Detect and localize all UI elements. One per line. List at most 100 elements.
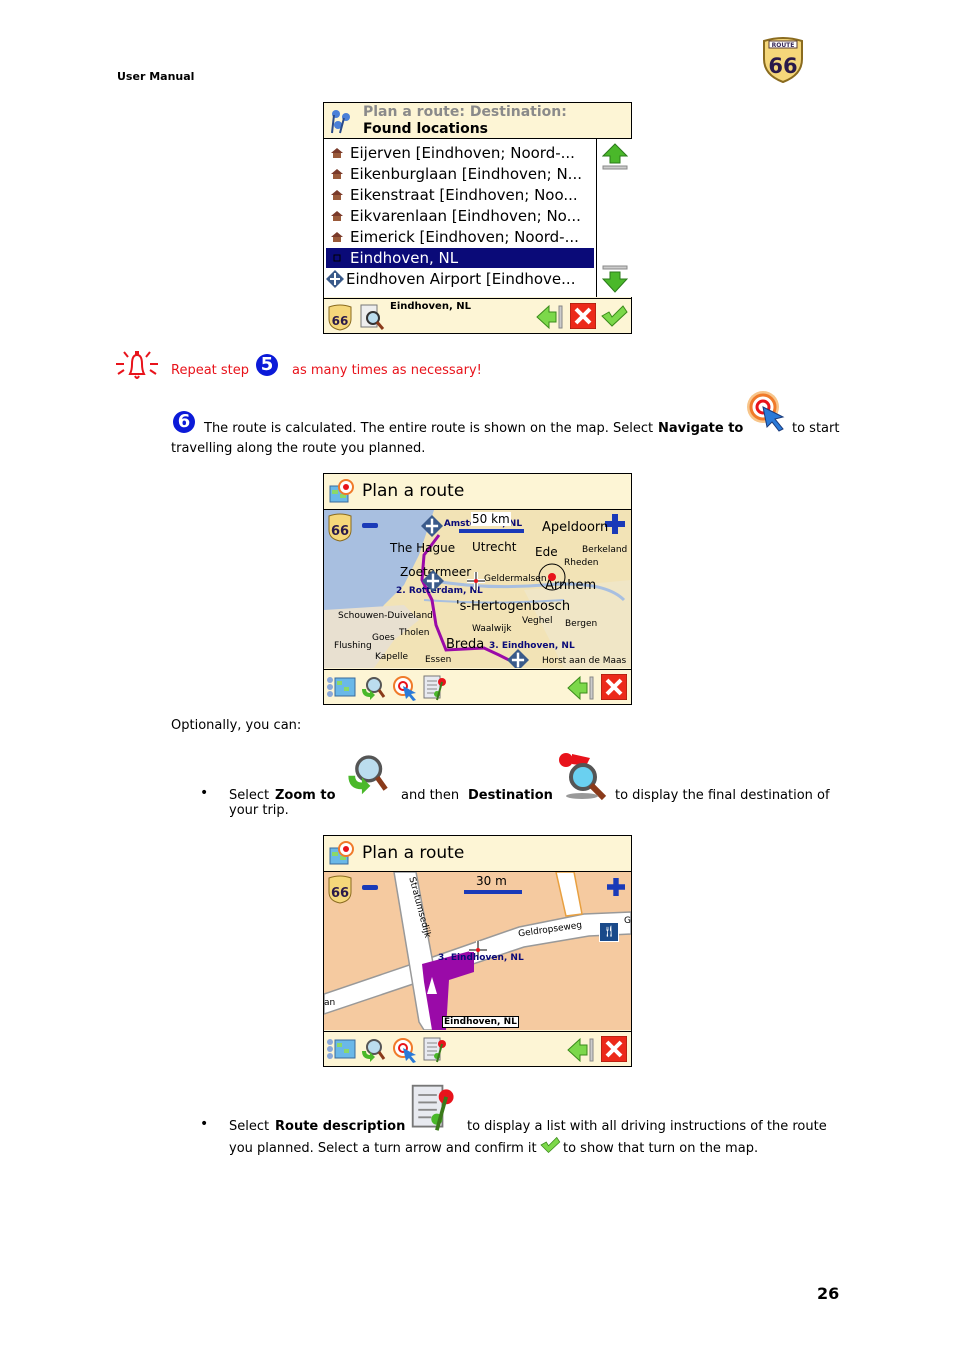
map-label-essen: Essen <box>425 655 452 665</box>
map-label-horst: Horst aan de Maas <box>542 656 627 666</box>
map-label-schouwen: Schouwen-Duiveland <box>338 611 433 621</box>
map-label-ede: Ede <box>535 545 558 559</box>
bullet2-t2: to display a list with all driving instr… <box>467 1119 827 1134</box>
step-6-badge: 6 <box>173 411 195 433</box>
screen-title: Plan a route <box>362 481 465 501</box>
map-label-kapelle: Kapelle <box>375 652 409 662</box>
street-map[interactable]: 66 30 m Stratumsedijk Geldropseweg G an … <box>324 872 631 1030</box>
list-item[interactable]: Eindhoven Airport [Eindhove... <box>326 269 594 289</box>
svg-text:66: 66 <box>331 886 349 901</box>
map-label-utrecht: Utrecht <box>472 540 517 554</box>
zoom-in-icon[interactable] <box>607 878 625 896</box>
list-item[interactable]: Eimerick [Eindhoven; Noord-... <box>326 227 594 247</box>
logo-top-text: ROUTE <box>772 42 795 49</box>
plan-route-icon <box>329 841 354 865</box>
search-document-icon[interactable] <box>359 303 385 331</box>
waypoint-2-icon <box>422 570 444 592</box>
current-position-marker <box>538 563 566 591</box>
cancel-icon[interactable] <box>601 1036 627 1062</box>
map-label-veghel: Veghel <box>522 616 553 626</box>
title-gray: Plan a route: Destination: <box>363 104 567 120</box>
bullet2-b1: Route description <box>275 1119 406 1134</box>
route66-button-icon[interactable]: 66 <box>327 303 353 331</box>
cancel-icon[interactable] <box>570 303 596 329</box>
route-map[interactable]: 66 1. Amsterdam, NL 50 km Apeldoorn The … <box>324 510 631 668</box>
bullet: • <box>200 785 209 801</box>
step6-text: The route is calculated. The entire rout… <box>204 421 654 436</box>
back-icon[interactable] <box>536 304 564 330</box>
bullet1-t3: to display the final destination of <box>615 788 830 803</box>
found-locations-screen: Plan a route: Destination: Found locatio… <box>323 102 632 334</box>
map-label-hertogenbosch: 's-Hertogenbosch <box>456 599 571 614</box>
zoom-to-icon <box>348 755 388 795</box>
route-description-icon[interactable] <box>422 674 450 702</box>
crosshair-icon <box>467 572 485 590</box>
airport-icon <box>326 270 344 288</box>
route66-map-logo: 66 <box>328 513 352 542</box>
map-label-goes: Goes <box>372 633 395 643</box>
back-icon[interactable] <box>567 1037 595 1063</box>
bullet1-t2: and then <box>401 788 460 803</box>
navigate-to-button-icon[interactable] <box>392 1037 418 1063</box>
bullet1-b2: Destination <box>468 788 553 803</box>
step6-bold: Navigate to <box>658 421 744 436</box>
back-icon[interactable] <box>567 675 595 701</box>
route-description-icon[interactable] <box>422 1036 450 1064</box>
list-item[interactable]: Eijerven [Eindhoven; Noord-... <box>326 143 594 163</box>
logo-number: 66 <box>768 54 797 78</box>
menu-grid-icon[interactable] <box>326 675 356 699</box>
route-description-icon <box>411 1084 454 1131</box>
note-suffix: as many times as necessary! <box>292 363 482 378</box>
plan-route-icon <box>329 479 354 503</box>
bullet2-t3: you planned. Select a turn arrow and con… <box>229 1141 537 1156</box>
zoom-to-icon[interactable] <box>360 1037 386 1063</box>
svg-text:66: 66 <box>331 524 349 539</box>
confirm-check-icon[interactable] <box>600 304 628 328</box>
city-icon <box>333 254 341 262</box>
navigate-to-button-icon[interactable] <box>392 675 418 701</box>
street-label-edge-g: G <box>624 916 631 926</box>
map-label-bergen: Bergen <box>565 619 598 629</box>
location-tooltip: Eindhoven, NL <box>442 1016 519 1028</box>
list-item-selected[interactable]: Eindhoven, NL <box>326 248 594 268</box>
list-item-label: Eikvarenlaan [Eindhoven; No... <box>350 207 581 225</box>
map-label-breda: Breda <box>446 637 485 652</box>
map-label-flushing: Flushing <box>334 641 372 651</box>
zoom-to-icon[interactable] <box>360 675 386 701</box>
selected-location-text: Eindhoven, NL <box>390 301 471 312</box>
page-number: 26 <box>817 1284 840 1303</box>
alarm-bell-icon <box>116 351 158 379</box>
step6-text3: travelling along the route you planned. <box>171 441 426 456</box>
scroll-up-icon[interactable] <box>602 143 628 171</box>
list-item-label: Eikenburglaan [Eindhoven; N... <box>350 165 582 183</box>
bullet2-t4: to show that turn on the map. <box>563 1141 759 1156</box>
confirm-check-icon <box>540 1136 561 1154</box>
map-label-tholen: Tholen <box>399 628 430 638</box>
toolbar <box>324 1031 631 1066</box>
svg-text:66: 66 <box>332 314 349 328</box>
map-label-rheden: Rheden <box>564 558 599 568</box>
list-item[interactable]: Eikenburglaan [Eindhoven; N... <box>326 164 594 184</box>
scroll-down-icon[interactable] <box>602 265 628 293</box>
zoom-out-icon[interactable] <box>362 885 378 890</box>
house-icon <box>331 232 343 242</box>
header-title: User Manual <box>117 70 195 83</box>
list-item[interactable]: Eikvarenlaan [Eindhoven; No... <box>326 206 594 226</box>
route66-map-logo: 66 <box>328 875 352 904</box>
scrollbar[interactable] <box>596 139 632 297</box>
map-label-route3: 3. Eindhoven, NL <box>438 953 524 963</box>
cancel-icon[interactable] <box>601 674 627 700</box>
title-bar: Plan a route: Destination: Found locatio… <box>324 103 631 139</box>
menu-grid-icon[interactable] <box>326 1037 356 1061</box>
list-item[interactable]: Eikenstraat [Eindhoven; Noo... <box>326 185 594 205</box>
navigate-to-icon <box>747 391 785 432</box>
restaurant-icon: 🍴︎ <box>599 922 619 942</box>
zoom-out-icon[interactable] <box>362 523 378 528</box>
house-icon <box>331 211 343 221</box>
title-bar: Plan a route <box>324 474 631 510</box>
bullet2-t1: Select <box>229 1119 270 1134</box>
manual-page: User Manual ROUTE 66 Plan a route: Desti… <box>0 0 954 1350</box>
step6-text2: to start <box>792 421 840 436</box>
toolbar <box>324 669 631 704</box>
street-label-edge-an: an <box>324 998 336 1008</box>
